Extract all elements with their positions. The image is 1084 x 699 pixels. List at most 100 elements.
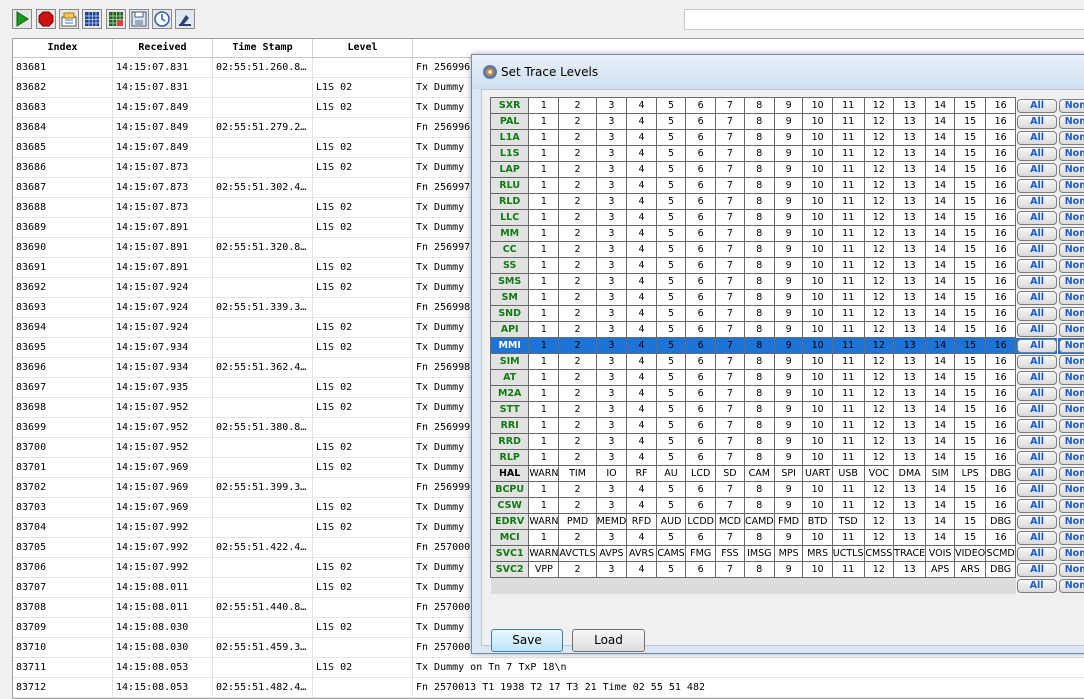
trace-level-cell[interactable]: UART xyxy=(802,465,833,482)
trace-row-label[interactable]: AT xyxy=(489,369,530,386)
trace-level-cell[interactable]: 11 xyxy=(831,113,865,130)
trace-level-cell[interactable]: RFD xyxy=(626,513,657,530)
trace-level-cell[interactable]: 2 xyxy=(558,417,597,434)
trace-level-cell[interactable]: 7 xyxy=(714,97,745,114)
trace-level-cell[interactable]: 10 xyxy=(802,129,833,146)
trace-level-cell[interactable]: 9 xyxy=(773,385,804,402)
trace-level-cell[interactable]: 8 xyxy=(743,241,775,258)
trace-level-cell[interactable]: 6 xyxy=(685,353,716,370)
trace-level-cell[interactable]: WARN xyxy=(528,513,560,530)
trace-level-cell[interactable]: RF xyxy=(626,465,657,482)
trace-level-cell[interactable]: 14 xyxy=(925,97,956,114)
select-none-button[interactable]: None xyxy=(1058,434,1084,449)
trace-level-cell[interactable]: 15 xyxy=(954,193,987,210)
trace-level-cell[interactable]: 1 xyxy=(528,449,560,466)
trace-level-cell[interactable]: 6 xyxy=(685,337,716,354)
trace-level-cell[interactable]: 2 xyxy=(558,561,597,578)
select-all-button[interactable]: All xyxy=(1017,130,1058,145)
select-all-button[interactable]: All xyxy=(1017,530,1058,545)
select-all-button[interactable]: All xyxy=(1017,274,1058,289)
trace-row-label[interactable]: CSW xyxy=(489,497,530,514)
trace-level-cell[interactable]: LPS xyxy=(954,465,987,482)
trace-level-cell[interactable]: 10 xyxy=(802,257,833,274)
trace-level-cell[interactable]: 6 xyxy=(685,145,716,162)
trace-level-cell[interactable]: 15 xyxy=(954,257,987,274)
trace-level-cell[interactable]: 15 xyxy=(954,145,987,162)
trace-level-cell[interactable]: 7 xyxy=(714,353,745,370)
trace-level-cell[interactable]: 8 xyxy=(743,417,775,434)
trace-level-cell[interactable]: 3 xyxy=(595,209,628,226)
trace-level-cell[interactable]: 9 xyxy=(773,353,804,370)
trace-level-cell[interactable]: 12 xyxy=(863,513,895,530)
trace-level-cell[interactable]: 11 xyxy=(831,385,865,402)
trace-level-cell[interactable]: 15 xyxy=(954,97,987,114)
trace-level-cell[interactable]: 12 xyxy=(863,529,895,546)
trace-level-cell[interactable]: 15 xyxy=(954,337,987,354)
select-none-button[interactable]: None xyxy=(1058,130,1084,145)
trace-level-cell[interactable]: 14 xyxy=(925,433,956,450)
trace-level-cell[interactable]: 13 xyxy=(893,433,927,450)
trace-level-cell[interactable]: 3 xyxy=(595,353,628,370)
trace-level-cell[interactable]: 8 xyxy=(743,289,775,306)
trace-level-cell[interactable]: 15 xyxy=(954,273,987,290)
trace-level-cell[interactable]: 6 xyxy=(685,209,716,226)
trace-level-cell[interactable]: 15 xyxy=(954,305,987,322)
trace-level-cell[interactable]: 12 xyxy=(863,289,895,306)
trace-level-cell[interactable]: CMSS xyxy=(863,545,895,562)
trace-level-cell[interactable]: 4 xyxy=(626,433,657,450)
select-none-button[interactable]: None xyxy=(1058,466,1084,481)
trace-level-cell[interactable]: 6 xyxy=(685,417,716,434)
trace-level-cell[interactable]: 7 xyxy=(714,305,745,322)
trace-level-cell[interactable]: 16 xyxy=(985,145,1017,162)
trace-level-cell[interactable]: 7 xyxy=(714,209,745,226)
trace-level-cell[interactable]: 10 xyxy=(802,241,833,258)
trace-level-cell[interactable]: 1 xyxy=(528,257,560,274)
trace-level-cell[interactable]: 13 xyxy=(893,177,927,194)
trace-level-cell[interactable]: 1 xyxy=(528,385,560,402)
trace-level-cell[interactable]: 14 xyxy=(925,369,956,386)
trace-level-cell[interactable]: 1 xyxy=(528,481,560,498)
trace-level-cell[interactable]: 7 xyxy=(714,225,745,242)
trace-level-cell[interactable]: 9 xyxy=(773,193,804,210)
trace-row-label[interactable]: SS xyxy=(489,257,530,274)
trace-level-cell[interactable]: 3 xyxy=(595,241,628,258)
trace-level-cell[interactable]: 12 xyxy=(863,145,895,162)
trace-row-label[interactable]: L1S xyxy=(489,145,530,162)
trace-level-cell[interactable]: BTD xyxy=(802,513,833,530)
trace-level-cell[interactable]: IMSG xyxy=(743,545,775,562)
trace-level-cell[interactable]: 15 xyxy=(954,481,987,498)
trace-level-cell[interactable]: 2 xyxy=(558,113,597,130)
trace-level-cell[interactable]: 8 xyxy=(743,113,775,130)
trace-row-label[interactable]: SND xyxy=(489,305,530,322)
trace-level-cell[interactable]: SPI xyxy=(773,465,804,482)
trace-level-cell[interactable]: 15 xyxy=(954,369,987,386)
trace-level-cell[interactable]: 11 xyxy=(831,129,865,146)
trace-level-cell[interactable]: 16 xyxy=(985,433,1017,450)
trace-level-cell[interactable]: MEMD xyxy=(595,513,628,530)
trace-level-cell[interactable]: 7 xyxy=(714,529,745,546)
header-index[interactable]: Index xyxy=(13,39,113,58)
select-all-button[interactable]: All xyxy=(1017,514,1058,529)
trace-level-cell[interactable]: 10 xyxy=(802,321,833,338)
trace-level-cell[interactable]: FMD xyxy=(773,513,804,530)
trace-level-cell[interactable]: 11 xyxy=(831,433,865,450)
trace-level-cell[interactable]: 4 xyxy=(626,257,657,274)
trace-level-cell[interactable]: 1 xyxy=(528,241,560,258)
trace-level-cell[interactable]: 11 xyxy=(831,289,865,306)
trace-level-cell[interactable]: 10 xyxy=(802,209,833,226)
trace-level-cell[interactable]: FMG xyxy=(685,545,716,562)
trace-level-cell[interactable]: 6 xyxy=(685,225,716,242)
trace-level-cell[interactable]: 6 xyxy=(685,497,716,514)
trace-level-cell[interactable]: 4 xyxy=(626,401,657,418)
trace-row-label[interactable]: CC xyxy=(489,241,530,258)
trace-level-cell[interactable]: 5 xyxy=(655,529,687,546)
trace-level-cell[interactable]: 12 xyxy=(863,225,895,242)
trace-level-cell[interactable]: 8 xyxy=(743,401,775,418)
trace-level-cell[interactable]: 1 xyxy=(528,289,560,306)
trace-level-cell[interactable]: 7 xyxy=(714,369,745,386)
trace-level-cell[interactable]: 13 xyxy=(893,337,927,354)
trace-level-cell[interactable]: 1 xyxy=(528,353,560,370)
trace-level-cell[interactable]: 16 xyxy=(985,177,1017,194)
trace-level-cell[interactable]: 2 xyxy=(558,401,597,418)
trace-level-cell[interactable]: 8 xyxy=(743,449,775,466)
